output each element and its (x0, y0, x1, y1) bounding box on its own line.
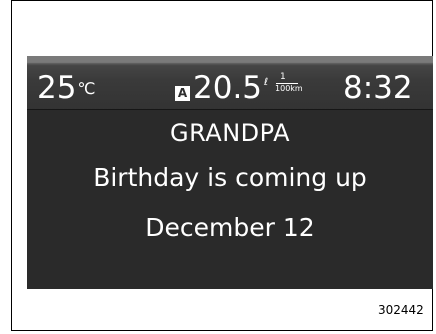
reminder-message: Birthday is coming up (93, 163, 367, 192)
status-bar: 25℃ A 20.5 ℓ 1 100km 8:32 (27, 56, 433, 110)
figure-code: 302442 (378, 303, 424, 317)
temperature-unit: ℃ (77, 79, 96, 98)
temperature-value: 25 (37, 70, 77, 106)
fuel-mode-badge: A (175, 86, 190, 101)
fuel-unit-numerator: 1 (280, 72, 286, 82)
reminder-date: December 12 (145, 213, 315, 242)
fuel-unit-denominator: 100km (275, 84, 303, 93)
reminder-title: GRANDPA (169, 119, 290, 147)
fuel-economy: A 20.5 ℓ 1 100km (175, 70, 304, 106)
multi-info-display: 25℃ A 20.5 ℓ 1 100km 8:32 GRANDPA Birthday i… (27, 56, 433, 289)
fuel-unit-liters: ℓ (264, 77, 269, 88)
clock: 8:32 (343, 70, 413, 106)
fuel-economy-value: 20.5 (193, 70, 263, 106)
fuel-economy-unit: ℓ 1 100km (264, 73, 304, 93)
outside-temperature: 25℃ (37, 70, 95, 107)
